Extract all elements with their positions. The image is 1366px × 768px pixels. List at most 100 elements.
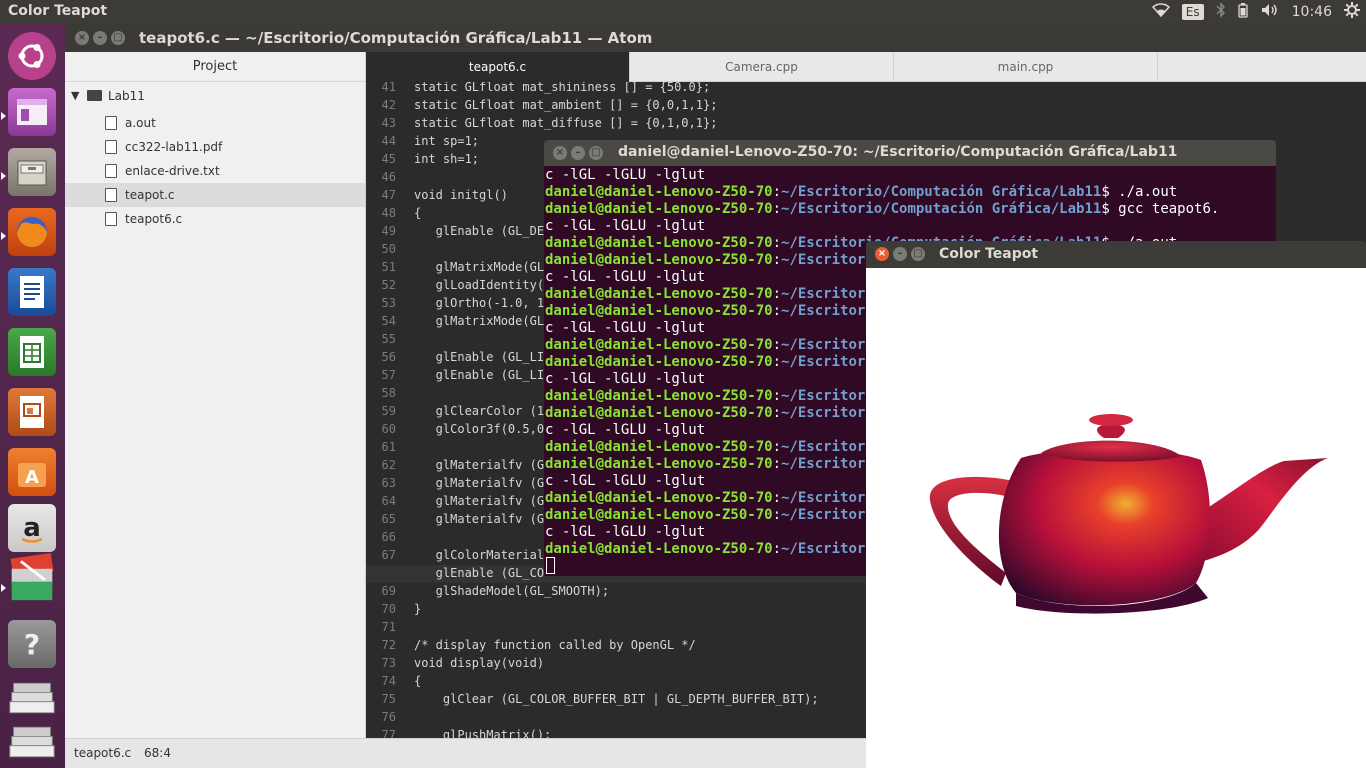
- code-line[interactable]: glMaterialfv (G: [414, 494, 544, 508]
- amazon-icon[interactable]: a: [8, 504, 56, 552]
- workspace-switcher-icon[interactable]: [8, 674, 56, 722]
- line-number: 73: [381, 656, 396, 670]
- libreoffice-impress-icon[interactable]: [8, 388, 56, 436]
- libreoffice-calc-icon[interactable]: [8, 328, 56, 376]
- close-button[interactable]: ×: [875, 247, 889, 261]
- code-line[interactable]: glColorMaterial: [414, 548, 544, 562]
- close-button[interactable]: ×: [553, 146, 567, 160]
- code-line[interactable]: void display(void): [414, 656, 544, 670]
- opengl-render-canvas[interactable]: [866, 268, 1366, 768]
- running-indicator: [1, 172, 6, 180]
- text-editor-icon[interactable]: [8, 553, 56, 602]
- maximize-button[interactable]: □: [111, 31, 125, 45]
- atom-window-titlebar[interactable]: × – □ teapot6.c — ~/Escritorio/Computaci…: [65, 24, 1366, 52]
- file-text-icon: [105, 164, 117, 178]
- code-line[interactable]: }: [414, 602, 421, 616]
- prompt-user-host: daniel@daniel-Lenovo-Z50-70: [545, 439, 773, 455]
- battery-icon[interactable]: [1237, 2, 1248, 22]
- code-line[interactable]: glClear (GL_COLOR_BUFFER_BIT | GL_DEPTH_…: [414, 692, 819, 706]
- tree-item-file[interactable]: teapot6.c: [65, 207, 365, 231]
- maximize-button[interactable]: □: [589, 146, 603, 160]
- firefox-icon[interactable]: [8, 208, 56, 256]
- close-button[interactable]: ×: [75, 31, 89, 45]
- tree-folder-lab11[interactable]: ▼ Lab11: [65, 84, 365, 108]
- terminal-line: c -lGL -lGLU -lglut: [545, 218, 705, 234]
- maximize-button[interactable]: □: [911, 247, 925, 261]
- minimize-button[interactable]: –: [571, 146, 585, 160]
- tree-item-file-selected[interactable]: teapot.c: [65, 183, 365, 207]
- ubuntu-software-icon[interactable]: A: [8, 448, 56, 496]
- code-line[interactable]: static GLfloat mat_shininess [] = {50.0}…: [414, 82, 710, 94]
- tree-folder-label: Lab11: [108, 89, 145, 103]
- terminal-output-text: c -lGL -lGLU -lglut: [545, 269, 706, 285]
- code-line[interactable]: /* display function called by OpenGL */: [414, 638, 696, 652]
- code-line[interactable]: glShadeModel(GL_SMOOTH);: [414, 584, 609, 598]
- code-line[interactable]: glClearColor (1: [414, 404, 544, 418]
- code-line[interactable]: glEnable (GL_LI: [414, 368, 544, 382]
- tree-item-file[interactable]: cc322-lab11.pdf: [65, 135, 365, 159]
- clock[interactable]: 10:46: [1292, 4, 1332, 20]
- keyboard-layout-indicator[interactable]: Es: [1181, 4, 1204, 20]
- terminal-line: c -lGL -lGLU -lglut: [545, 524, 705, 540]
- code-line[interactable]: {: [414, 206, 421, 220]
- terminal-line: c -lGL -lGLU -lglut: [545, 167, 705, 183]
- terminal-window-titlebar[interactable]: × – □ daniel@daniel-Lenovo-Z50-70: ~/Esc…: [544, 140, 1276, 166]
- prompt-user-host: daniel@daniel-Lenovo-Z50-70: [545, 286, 773, 302]
- minimize-button[interactable]: –: [93, 31, 107, 45]
- code-line[interactable]: glOrtho(-1.0, 1: [414, 296, 544, 310]
- code-line[interactable]: glMaterialfv (G: [414, 512, 544, 526]
- line-number: 67: [381, 548, 396, 562]
- files-icon[interactable]: [8, 148, 56, 196]
- launcher: A a ?: [0, 24, 65, 768]
- minimize-button[interactable]: –: [893, 247, 907, 261]
- trash-icon[interactable]: [8, 718, 56, 766]
- teapot-window-controls: × – □: [875, 247, 925, 261]
- prompt-path: ~/Escritori: [781, 541, 874, 557]
- code-line[interactable]: static GLfloat mat_diffuse [] = {0,1,0,1…: [414, 116, 717, 130]
- line-number: 53: [381, 296, 396, 310]
- code-line[interactable]: glEnable (GL_DE: [414, 224, 544, 238]
- code-line[interactable]: static GLfloat mat_ambient [] = {0,0,1,1…: [414, 98, 717, 112]
- code-line[interactable]: glMaterialfv (G: [414, 458, 544, 472]
- tab-camera-cpp[interactable]: Camera.cpp: [630, 52, 894, 82]
- code-line[interactable]: void initgl(): [414, 188, 508, 202]
- gear-icon[interactable]: [1344, 2, 1360, 22]
- help-icon[interactable]: ?: [8, 620, 56, 668]
- code-line[interactable]: glMatrixMode(GL: [414, 260, 544, 274]
- code-line[interactable]: int sh=1;: [414, 152, 479, 166]
- line-number: 64: [381, 494, 396, 508]
- tab-main-cpp[interactable]: main.cpp: [894, 52, 1158, 82]
- line-number: 48: [381, 206, 396, 220]
- libreoffice-writer-icon[interactable]: [8, 268, 56, 316]
- line-number: 77: [381, 728, 396, 738]
- code-line[interactable]: int sp=1;: [414, 134, 479, 148]
- code-line[interactable]: glMaterialfv (G: [414, 476, 544, 490]
- teapot-window-titlebar[interactable]: × – □ Color Teapot: [866, 241, 1366, 268]
- ubuntu-dash-icon[interactable]: [8, 32, 56, 80]
- tab-teapot6-c[interactable]: teapot6.c: [366, 52, 630, 82]
- code-line[interactable]: {: [414, 674, 421, 688]
- wifi-icon[interactable]: [1151, 3, 1170, 21]
- code-line[interactable]: glMatrixMode(GL: [414, 314, 544, 328]
- status-file-name[interactable]: teapot6.c: [74, 739, 131, 767]
- tree-item-label: teapot.c: [125, 188, 175, 202]
- terminal-window-controls: × – □: [553, 146, 603, 160]
- code-line[interactable]: glColor3f(0.5,0: [414, 422, 544, 436]
- code-line[interactable]: glEnable (GL_CO: [414, 566, 544, 580]
- code-line[interactable]: glLoadIdentity(: [414, 278, 544, 292]
- status-cursor-position[interactable]: 68:4: [144, 739, 171, 767]
- line-number: 42: [381, 98, 396, 112]
- code-line[interactable]: glPushMatrix();: [414, 728, 551, 738]
- prompt-path: ~/Escritori: [781, 490, 874, 506]
- bluetooth-icon[interactable]: [1216, 2, 1226, 22]
- prompt-separator: :: [772, 303, 782, 319]
- tree-item-file[interactable]: a.out: [65, 111, 365, 135]
- prompt-user-host: daniel@daniel-Lenovo-Z50-70: [545, 252, 773, 268]
- code-line[interactable]: glEnable (GL_LI: [414, 350, 544, 364]
- atom-editor-icon[interactable]: [8, 88, 56, 136]
- line-number: 75: [381, 692, 396, 706]
- file-code-icon: [105, 188, 117, 202]
- tree-item-file[interactable]: enlace-drive.txt: [65, 159, 365, 183]
- volume-icon[interactable]: [1260, 2, 1280, 22]
- line-number: 57: [381, 368, 396, 382]
